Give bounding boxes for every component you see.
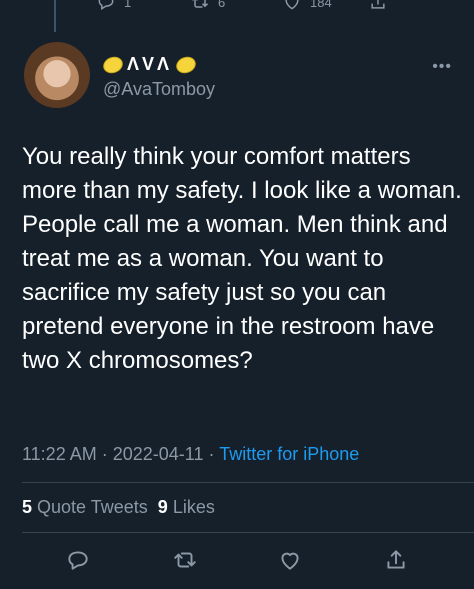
share-button[interactable] xyxy=(383,547,409,573)
retweet-icon xyxy=(192,0,209,8)
tweet-actions xyxy=(0,547,474,577)
share-icon xyxy=(371,0,385,9)
share-icon xyxy=(387,550,405,569)
divider xyxy=(22,532,474,533)
previous-reply-button[interactable]: 1 xyxy=(96,0,131,12)
quote-count: 5 xyxy=(22,497,33,517)
more-icon[interactable]: ••• xyxy=(432,58,452,76)
meta-separator: · xyxy=(208,444,215,464)
lemon-emoji-icon xyxy=(173,53,199,76)
lemon-emoji-icon xyxy=(100,53,126,76)
quote-tweets-stat[interactable]: 5 Quote Tweets xyxy=(22,497,148,517)
meta-separator: · xyxy=(101,444,108,464)
previous-retweet-count: 6 xyxy=(218,0,226,10)
previous-retweet-button[interactable]: 6 xyxy=(190,0,225,12)
previous-share-button[interactable] xyxy=(368,0,388,12)
tweet-text: You really think your comfort matters mo… xyxy=(22,143,462,374)
like-count: 9 xyxy=(157,497,168,517)
divider xyxy=(22,482,474,483)
tweet-time[interactable]: 11:22 AM xyxy=(22,444,97,464)
display-name-text: ΛVΛ xyxy=(127,54,173,74)
author-display-name[interactable]: ΛVΛ xyxy=(100,53,199,76)
tweet-metadata: 11:22 AM · 2022-04-11 · Twitter for iPho… xyxy=(22,444,359,465)
reply-button[interactable] xyxy=(65,547,91,573)
heart-icon xyxy=(285,0,299,10)
previous-reply-count: 1 xyxy=(124,0,132,10)
likes-stat[interactable]: 9 Likes xyxy=(158,497,215,517)
heart-icon xyxy=(281,552,299,570)
reply-icon xyxy=(98,0,114,10)
previous-tweet-actions: 1 6 184 xyxy=(0,0,474,18)
quote-label: Quote Tweets xyxy=(37,497,148,517)
tweet-date[interactable]: 2022-04-11 xyxy=(113,444,204,464)
avatar[interactable] xyxy=(24,42,90,108)
previous-like-button[interactable]: 184 xyxy=(282,0,332,12)
previous-like-count: 184 xyxy=(310,0,332,10)
tweet-source-link[interactable]: Twitter for iPhone xyxy=(219,444,359,464)
author-handle[interactable]: @AvaTomboy xyxy=(103,79,215,100)
retweet-icon xyxy=(174,552,196,568)
likes-label: Likes xyxy=(172,497,215,517)
reply-icon xyxy=(68,551,88,570)
like-button[interactable] xyxy=(277,547,303,573)
retweet-button[interactable] xyxy=(172,547,198,573)
tweet-stats: 5 Quote Tweets 9 Likes xyxy=(22,497,215,518)
